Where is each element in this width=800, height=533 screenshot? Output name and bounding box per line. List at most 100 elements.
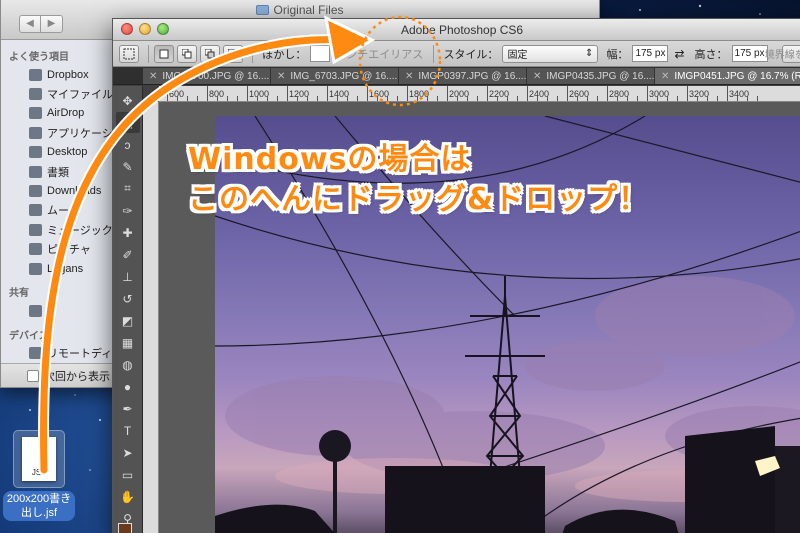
ruler-minor-tick <box>307 96 308 101</box>
hand-icon[interactable]: ✋ <box>116 486 140 507</box>
width-label: 幅： <box>606 48 629 61</box>
antialias-label[interactable]: アンチエイリアス <box>336 46 424 62</box>
subtract-selection-icon <box>205 48 215 58</box>
brush-icon[interactable]: ✐ <box>116 244 140 265</box>
ruler-minor-tick <box>507 96 508 101</box>
sidebar-item-label: ミュージック <box>47 224 113 237</box>
movies-icon <box>29 204 42 217</box>
refine-edge-button[interactable]: 境界線を調整 <box>765 44 800 63</box>
desktop-file[interactable]: JSF 200x200書き 出し.jsf <box>2 430 76 521</box>
intersect-selection-button[interactable] <box>223 44 244 63</box>
close-icon[interactable]: ✕ <box>405 71 413 82</box>
gradient-icon[interactable]: ▦ <box>116 332 140 353</box>
lasso-icon[interactable]: ↄ <box>116 134 140 155</box>
ruler-minor-tick <box>237 96 238 101</box>
width-input[interactable]: 175 px <box>632 45 669 62</box>
sidebar-item-label: Dropbox <box>47 68 89 81</box>
ruler-minor-tick <box>317 96 318 101</box>
sidebar-item-label: io <box>47 304 56 317</box>
file-name[interactable]: 200x200書き 出し.jsf <box>2 491 76 521</box>
new-selection-button[interactable] <box>154 44 175 63</box>
options-bar: ぼかし： アンチエイリアス スタイル： 固定 ⇕ 幅： 175 px ⇄ 高さ： … <box>113 41 800 67</box>
ruler-tick <box>167 86 168 101</box>
style-select[interactable]: 固定 ⇕ <box>502 44 599 63</box>
sidebar-item-label: Desktop <box>47 146 88 159</box>
path-select-icon[interactable]: ➤ <box>116 442 140 463</box>
sidebar-item-label: リモートディ <box>47 348 113 361</box>
type-icon[interactable]: T <box>116 420 140 441</box>
ruler-minor-tick <box>197 96 198 101</box>
doc-tab-active[interactable]: ✕ IMGP0451.JPG @ 16.7% (RGB <box>655 68 800 84</box>
feather-label: ぼかし： <box>262 48 307 61</box>
ruler-minor-tick <box>717 96 718 101</box>
doc-tab-label: IMGP0435.JPG @ 16.... <box>546 70 655 82</box>
foreground-color-swatch[interactable] <box>118 523 132 533</box>
ruler-minor-tick <box>467 96 468 101</box>
file-name-line1: 200x200書き <box>6 493 72 505</box>
history-brush-icon[interactable]: ↺ <box>116 288 140 309</box>
move-icon[interactable]: ✥ <box>116 90 140 111</box>
add-selection-button[interactable] <box>177 44 198 63</box>
doc-tab[interactable]: ✕ IMG_6700.JPG @ 16.... <box>143 68 271 84</box>
ruler-minor-tick <box>547 96 548 101</box>
finder-title-text: Original Files <box>273 3 344 17</box>
stamp-icon[interactable]: ⊥ <box>116 266 140 287</box>
blur-icon[interactable]: ◍ <box>116 354 140 375</box>
ruler-minor-tick <box>357 96 358 101</box>
ruler-minor-tick <box>657 96 658 101</box>
ruler-minor-tick <box>177 96 178 101</box>
eraser-icon[interactable]: ◩ <box>116 310 140 331</box>
file-type-label: JSF <box>31 468 47 477</box>
jsf-file-icon: JSF <box>22 437 56 481</box>
ruler-minor-tick <box>617 96 618 101</box>
ruler-minor-tick <box>427 96 428 101</box>
close-icon[interactable]: ✕ <box>277 71 285 82</box>
doc-tab[interactable]: ✕ IMGP0435.JPG @ 16.... <box>527 68 655 84</box>
doc-tab-label: IMGP0451.JPG @ 16.7% (RGB <box>674 70 800 82</box>
documents-icon <box>29 165 42 178</box>
ruler-minor-tick <box>497 96 498 101</box>
shape-icon[interactable]: ▭ <box>116 464 140 485</box>
subtract-selection-button[interactable] <box>200 44 221 63</box>
ruler-tick <box>607 86 608 101</box>
doc-tab[interactable]: ✕ IMG_6703.JPG @ 16.... <box>271 68 399 84</box>
dodge-icon[interactable]: ● <box>116 376 140 397</box>
eyedropper-icon[interactable]: ✑ <box>116 200 140 221</box>
quick-select-icon[interactable]: ✎ <box>116 156 140 177</box>
ruler-minor-tick <box>187 96 188 101</box>
pen-icon[interactable]: ✒ <box>116 398 140 419</box>
pictures-icon <box>29 243 42 256</box>
ruler-minor-tick <box>347 96 348 101</box>
doc-tab[interactable]: ✕ IMGP0397.JPG @ 16.... <box>399 68 527 84</box>
document-tabs: ✕ IMG_6700.JPG @ 16.... ✕ IMG_6703.JPG @ 1… <box>113 67 800 85</box>
intersect-selection-icon <box>228 48 238 58</box>
file-selection: JSF <box>13 430 65 488</box>
close-icon[interactable]: ✕ <box>661 71 669 82</box>
crop-icon[interactable]: ⌗ <box>116 178 140 199</box>
back-button[interactable]: ◀ <box>19 15 41 33</box>
add-selection-icon <box>182 48 192 58</box>
marquee-icon[interactable]: ⬚ <box>115 112 140 133</box>
ruler-minor-tick <box>457 96 458 101</box>
ruler-minor-tick <box>517 96 518 101</box>
ruler-minor-tick <box>637 96 638 101</box>
ruler-minor-tick <box>337 96 338 101</box>
healing-icon[interactable]: ✚ <box>116 222 140 243</box>
ruler-minor-tick <box>267 96 268 101</box>
show-next-time-checkbox[interactable] <box>27 369 39 382</box>
swap-icon[interactable]: ⇄ <box>674 47 684 61</box>
forward-button[interactable]: ▶ <box>41 15 63 33</box>
close-icon[interactable]: ✕ <box>149 71 157 82</box>
ruler-minor-tick <box>477 96 478 101</box>
ruler-minor-tick <box>557 96 558 101</box>
marquee-tool-preset-button[interactable] <box>119 44 139 63</box>
ruler-tick <box>407 86 408 101</box>
ruler-minor-tick <box>417 96 418 101</box>
ruler-minor-tick <box>537 96 538 101</box>
feather-input[interactable] <box>310 45 330 62</box>
ruler-minor-tick <box>757 96 758 101</box>
downloads-icon <box>29 185 42 198</box>
height-input[interactable]: 175 px <box>731 45 768 62</box>
sidebar-item-label: ムービ <box>47 205 80 218</box>
close-icon[interactable]: ✕ <box>533 71 541 82</box>
